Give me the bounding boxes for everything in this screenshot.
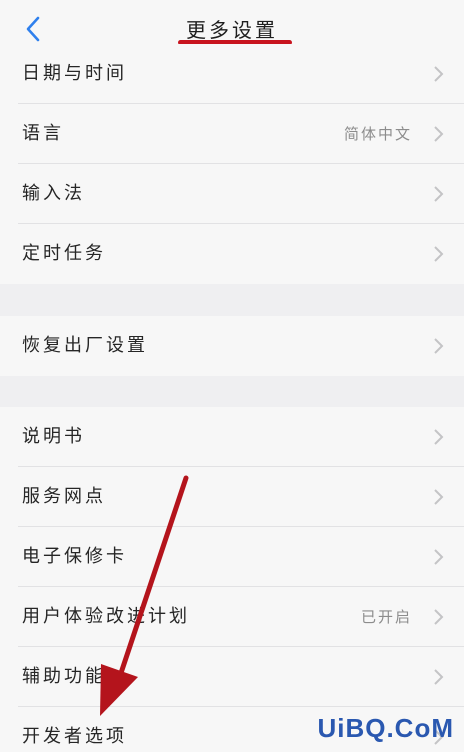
settings-row-factory-reset[interactable]: 恢复出厂设置 — [0, 316, 464, 376]
row-label: 说明书 — [22, 426, 85, 447]
row-label: 服务网点 — [22, 486, 106, 507]
chevron-right-icon — [434, 609, 444, 625]
row-label: 恢复出厂设置 — [22, 335, 148, 356]
chevron-right-icon — [434, 429, 444, 445]
settings-row-user-experience[interactable]: 用户体验改进计划 已开启 — [0, 587, 464, 647]
row-label: 辅助功能 — [22, 666, 106, 687]
chevron-right-icon — [434, 186, 444, 202]
chevron-right-icon — [434, 489, 444, 505]
chevron-right-icon — [434, 66, 444, 82]
row-label: 定时任务 — [22, 243, 106, 264]
row-label: 电子保修卡 — [22, 546, 127, 567]
chevron-right-icon — [434, 338, 444, 354]
settings-row-date-time[interactable]: 日期与时间 — [0, 44, 464, 104]
chevron-right-icon — [434, 246, 444, 262]
page-title: 更多设置 — [186, 18, 278, 42]
settings-row-scheduled-tasks[interactable]: 定时任务 — [0, 224, 464, 284]
chevron-right-icon — [434, 549, 444, 565]
row-label: 用户体验改进计划 — [22, 606, 190, 627]
settings-row-input-method[interactable]: 输入法 — [0, 164, 464, 224]
row-label: 语言 — [22, 123, 64, 144]
settings-row-language[interactable]: 语言 简体中文 — [0, 104, 464, 164]
settings-row-accessibility[interactable]: 辅助功能 — [0, 647, 464, 707]
row-value: 简体中文 — [343, 125, 412, 143]
row-value: 已开启 — [360, 608, 412, 626]
settings-row-service-outlets[interactable]: 服务网点 — [0, 467, 464, 527]
row-label: 日期与时间 — [22, 63, 127, 84]
chevron-right-icon — [434, 126, 444, 142]
settings-row-warranty-card[interactable]: 电子保修卡 — [0, 527, 464, 587]
settings-row-manual[interactable]: 说明书 — [0, 407, 464, 467]
chevron-right-icon — [434, 669, 444, 685]
watermark: UiBQ.CoM — [317, 713, 454, 743]
row-label: 输入法 — [22, 183, 85, 204]
row-label: 开发者选项 — [22, 726, 127, 747]
